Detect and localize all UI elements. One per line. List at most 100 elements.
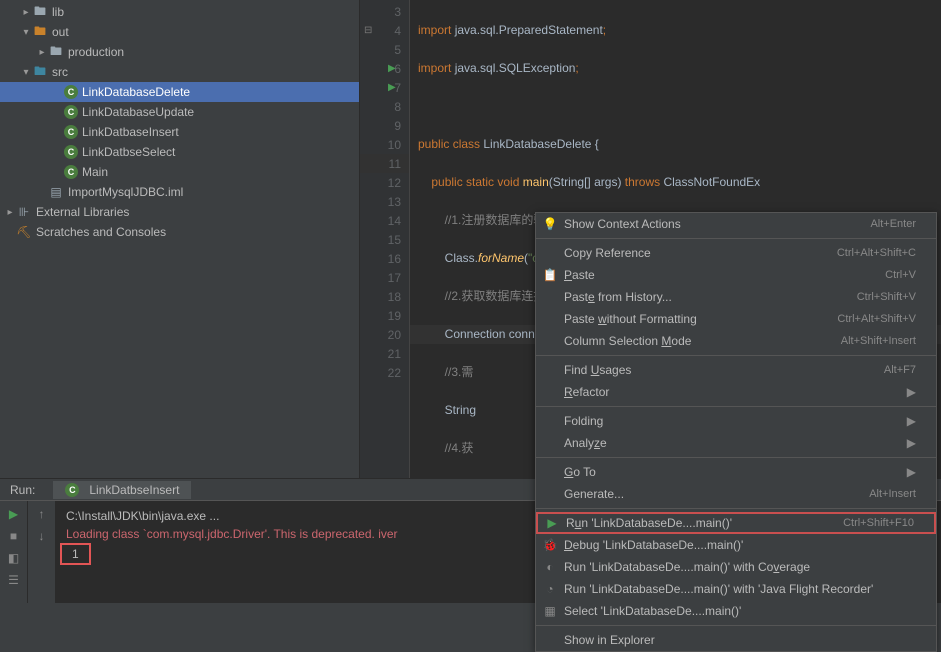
menu-label: Find Usages bbox=[564, 363, 631, 377]
tree-class-insert[interactable]: CLinkDatbaseInsert bbox=[0, 122, 359, 142]
menu-separator bbox=[536, 238, 936, 239]
tree-class-main[interactable]: C Main bbox=[0, 162, 359, 182]
menu-generate[interactable]: Generate...Alt+Insert bbox=[536, 483, 936, 505]
menu-copy-reference[interactable]: Copy ReferenceCtrl+Alt+Shift+C bbox=[536, 242, 936, 264]
rerun-icon[interactable]: ▶ bbox=[9, 507, 18, 521]
class-icon: C bbox=[64, 145, 78, 159]
tree-folder-lib[interactable]: ▸🖿lib bbox=[0, 2, 359, 22]
menu-separator bbox=[536, 406, 936, 407]
up-icon[interactable]: ↑ bbox=[39, 507, 45, 521]
menu-shortcut: Ctrl+Shift+F10 bbox=[843, 517, 914, 529]
menu-shortcut: Ctrl+Shift+V bbox=[857, 291, 916, 303]
tree-external-libraries[interactable]: ▸⊪ External Libraries bbox=[0, 202, 359, 222]
gutter-line: 18 bbox=[360, 287, 409, 306]
gutter-line: 5 bbox=[360, 40, 409, 59]
menu-label: Show in Explorer bbox=[564, 633, 655, 647]
library-icon: ⊪ bbox=[16, 204, 32, 220]
menu-debug[interactable]: 🐞 Debug 'LinkDatabaseDe....main()' bbox=[536, 534, 936, 556]
menu-select-run[interactable]: ▦Select 'LinkDatabaseDe....main()' bbox=[536, 600, 936, 622]
menu-paste-history[interactable]: Paste from History...Ctrl+Shift+V bbox=[536, 286, 936, 308]
menu-find-usages[interactable]: Find UsagesAlt+F7 bbox=[536, 359, 936, 381]
bug-icon: 🐞 bbox=[542, 538, 558, 552]
tree-label: src bbox=[52, 65, 68, 79]
menu-label: Generate... bbox=[564, 487, 624, 501]
menu-shortcut: Alt+Shift+Insert bbox=[841, 335, 916, 347]
tree-scratches[interactable]: ⛏Scratches and Consoles bbox=[0, 222, 359, 242]
menu-run-coverage[interactable]: ◐Run 'LinkDatabaseDe....main()' with Cov… bbox=[536, 556, 936, 578]
menu-shortcut: Ctrl+Alt+Shift+V bbox=[837, 313, 916, 325]
paste-icon: 📋 bbox=[542, 268, 558, 282]
menu-label: Column Selection Mode bbox=[564, 334, 691, 348]
run-label: Run: bbox=[0, 483, 45, 497]
menu-run-jfr[interactable]: ◔Run 'LinkDatabaseDe....main()' with 'Ja… bbox=[536, 578, 936, 600]
class-icon: C bbox=[64, 105, 78, 119]
menu-paste-without-formatting[interactable]: Paste without FormattingCtrl+Alt+Shift+V bbox=[536, 308, 936, 330]
folder-open-icon: 🖿 bbox=[32, 24, 48, 40]
layout-icon[interactable]: ◧ bbox=[8, 551, 19, 565]
tree-class-update[interactable]: CLinkDatabaseUpdate bbox=[0, 102, 359, 122]
gutter-line: 9 bbox=[360, 116, 409, 135]
gutter-line: 11 bbox=[360, 154, 409, 173]
pin-icon[interactable]: ☰ bbox=[8, 573, 19, 587]
chevron-right-icon: ▸ bbox=[4, 207, 16, 218]
tree-class-select[interactable]: CLinkDatbseSelect bbox=[0, 142, 359, 162]
run-gutter-icon[interactable]: ▶ bbox=[388, 63, 396, 74]
tree-class-delete[interactable]: C LinkDatabaseDelete bbox=[0, 82, 359, 102]
menu-show-explorer[interactable]: Show in Explorer bbox=[536, 629, 936, 651]
down-icon[interactable]: ↓ bbox=[39, 529, 45, 543]
menu-shortcut: Ctrl+V bbox=[885, 269, 916, 281]
class-icon: C bbox=[64, 165, 78, 179]
class-icon: C bbox=[64, 125, 78, 139]
submenu-arrow-icon: ▶ bbox=[907, 385, 916, 399]
gutter-line: 13 bbox=[360, 192, 409, 211]
tree-file-iml[interactable]: ▤ImportMysqlJDBC.iml bbox=[0, 182, 359, 202]
gutter-line: ⊟4 bbox=[360, 21, 409, 40]
chevron-right-icon: ▸ bbox=[36, 47, 48, 58]
tree-folder-production[interactable]: ▸🖿 production bbox=[0, 42, 359, 62]
menu-label: Copy Reference bbox=[564, 246, 651, 260]
folder-icon: 🖿 bbox=[48, 44, 64, 60]
menu-shortcut: Alt+Enter bbox=[870, 218, 916, 230]
tree-label: production bbox=[68, 45, 124, 59]
project-tree: ▸🖿lib ▾🖿out ▸🖿production ▾🖿src CLinkData… bbox=[0, 0, 360, 500]
menu-label: Run 'LinkDatabaseDe....main()' with Cove… bbox=[564, 560, 810, 574]
gutter: 3 ⊟4 5 ▶6 ▶7 8 9 10 11 12 13 14 15 16 17… bbox=[360, 0, 410, 500]
gutter-line: 22 bbox=[360, 363, 409, 382]
tree-label: LinkDatabaseDelete bbox=[82, 85, 190, 99]
fold-icon[interactable]: ⊟ bbox=[364, 25, 372, 36]
tree-folder-out[interactable]: ▾🖿out bbox=[0, 22, 359, 42]
menu-refactor[interactable]: Refactor▶ bbox=[536, 381, 936, 403]
menu-analyze[interactable]: Analyze▶ bbox=[536, 432, 936, 454]
menu-label: Debug 'LinkDatabaseDe....main()' bbox=[564, 538, 743, 552]
gutter-line: 17 bbox=[360, 268, 409, 287]
bulb-icon: 💡 bbox=[542, 217, 558, 231]
run-tab[interactable]: CLinkDatbseInsert bbox=[53, 481, 191, 499]
submenu-arrow-icon: ▶ bbox=[907, 465, 916, 479]
menu-folding[interactable]: Folding ▶ bbox=[536, 410, 936, 432]
tree-label: Main bbox=[82, 165, 108, 179]
menu-column-selection[interactable]: Column Selection Mode Alt+Shift+Insert bbox=[536, 330, 936, 352]
submenu-arrow-icon: ▶ bbox=[907, 436, 916, 450]
tree-folder-src[interactable]: ▾🖿 src bbox=[0, 62, 359, 82]
tree-label: External Libraries bbox=[36, 205, 129, 219]
submenu-arrow-icon: ▶ bbox=[907, 414, 916, 428]
gutter-line: 8 bbox=[360, 97, 409, 116]
menu-paste[interactable]: 📋 Paste Ctrl+V bbox=[536, 264, 936, 286]
gutter-line: 14 bbox=[360, 211, 409, 230]
menu-label: Folding bbox=[564, 414, 603, 428]
class-icon: C bbox=[64, 85, 78, 99]
chevron-down-icon: ▾ bbox=[20, 67, 32, 78]
run-gutter-icon[interactable]: ▶ bbox=[388, 82, 396, 93]
gutter-line: 21 bbox=[360, 344, 409, 363]
menu-goto[interactable]: Go To ▶ bbox=[536, 461, 936, 483]
menu-show-context-actions[interactable]: 💡Show Context ActionsAlt+Enter bbox=[536, 213, 936, 235]
stop-icon[interactable]: ■ bbox=[10, 529, 17, 543]
run-toolbar-nav: ↑ ↓ bbox=[28, 501, 56, 603]
tree-label: lib bbox=[52, 5, 64, 19]
menu-label: Go To bbox=[564, 465, 596, 479]
source-folder-icon: 🖿 bbox=[32, 64, 48, 80]
run-tab-label: LinkDatbseInsert bbox=[89, 483, 179, 497]
menu-label: Paste bbox=[564, 268, 595, 282]
menu-label: Run 'LinkDatabaseDe....main()' bbox=[566, 516, 732, 530]
menu-run[interactable]: ▶Run 'LinkDatabaseDe....main()'Ctrl+Shif… bbox=[536, 512, 936, 534]
